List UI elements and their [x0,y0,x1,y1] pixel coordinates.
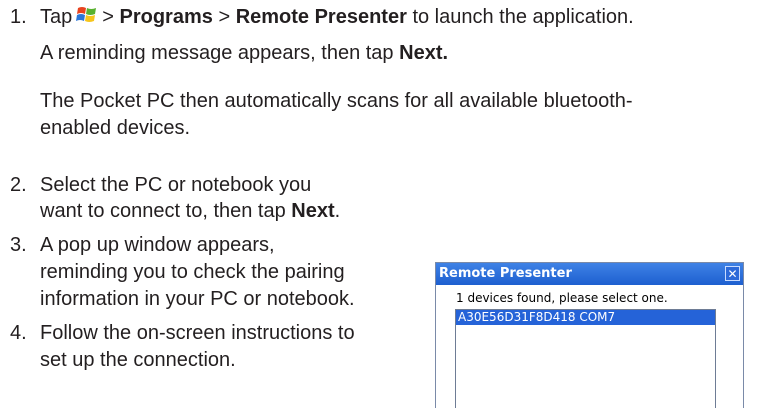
list-item[interactable]: A30E56D31F8D418 COM7 [456,310,715,325]
windows-start-icon [76,4,98,26]
step-1-line-3: The Pocket PC then automatically scans f… [40,90,633,112]
step-number: 1. [10,6,27,28]
step-4-line-2: set up the connection. [40,349,236,371]
dialog-title: Remote Presenter [439,266,572,281]
close-icon[interactable]: ✕ [725,266,740,281]
step-1-line-2: A reminding message appears, then tap Ne… [40,42,449,64]
step-number: 2. [10,174,27,196]
device-list[interactable]: A30E56D31F8D418 COM7 [455,309,716,408]
step-3-line-1: A pop up window appears, [40,234,275,256]
step-1-line-1: Tap > Programs > Remote Presenter to lau… [40,4,634,28]
step-number: 4. [10,322,27,344]
devices-found-message: 1 devices found, please select one. [456,291,668,305]
step-3-line-2: reminding you to check the pairing [40,261,345,283]
step-2-line-1: Select the PC or notebook you [40,174,312,196]
step-4-line-1: Follow the on-screen instructions to [40,322,355,344]
step-number: 3. [10,234,27,256]
step-2-line-2: want to connect to, then tap Next. [40,200,341,222]
step-3-line-3: information in your PC or notebook. [40,288,355,310]
step-1-line-4: enabled devices. [40,117,191,139]
dialog-title-bar: Remote Presenter ✕ [436,263,743,285]
remote-presenter-dialog: Remote Presenter ✕ 1 devices found, plea… [435,262,744,408]
